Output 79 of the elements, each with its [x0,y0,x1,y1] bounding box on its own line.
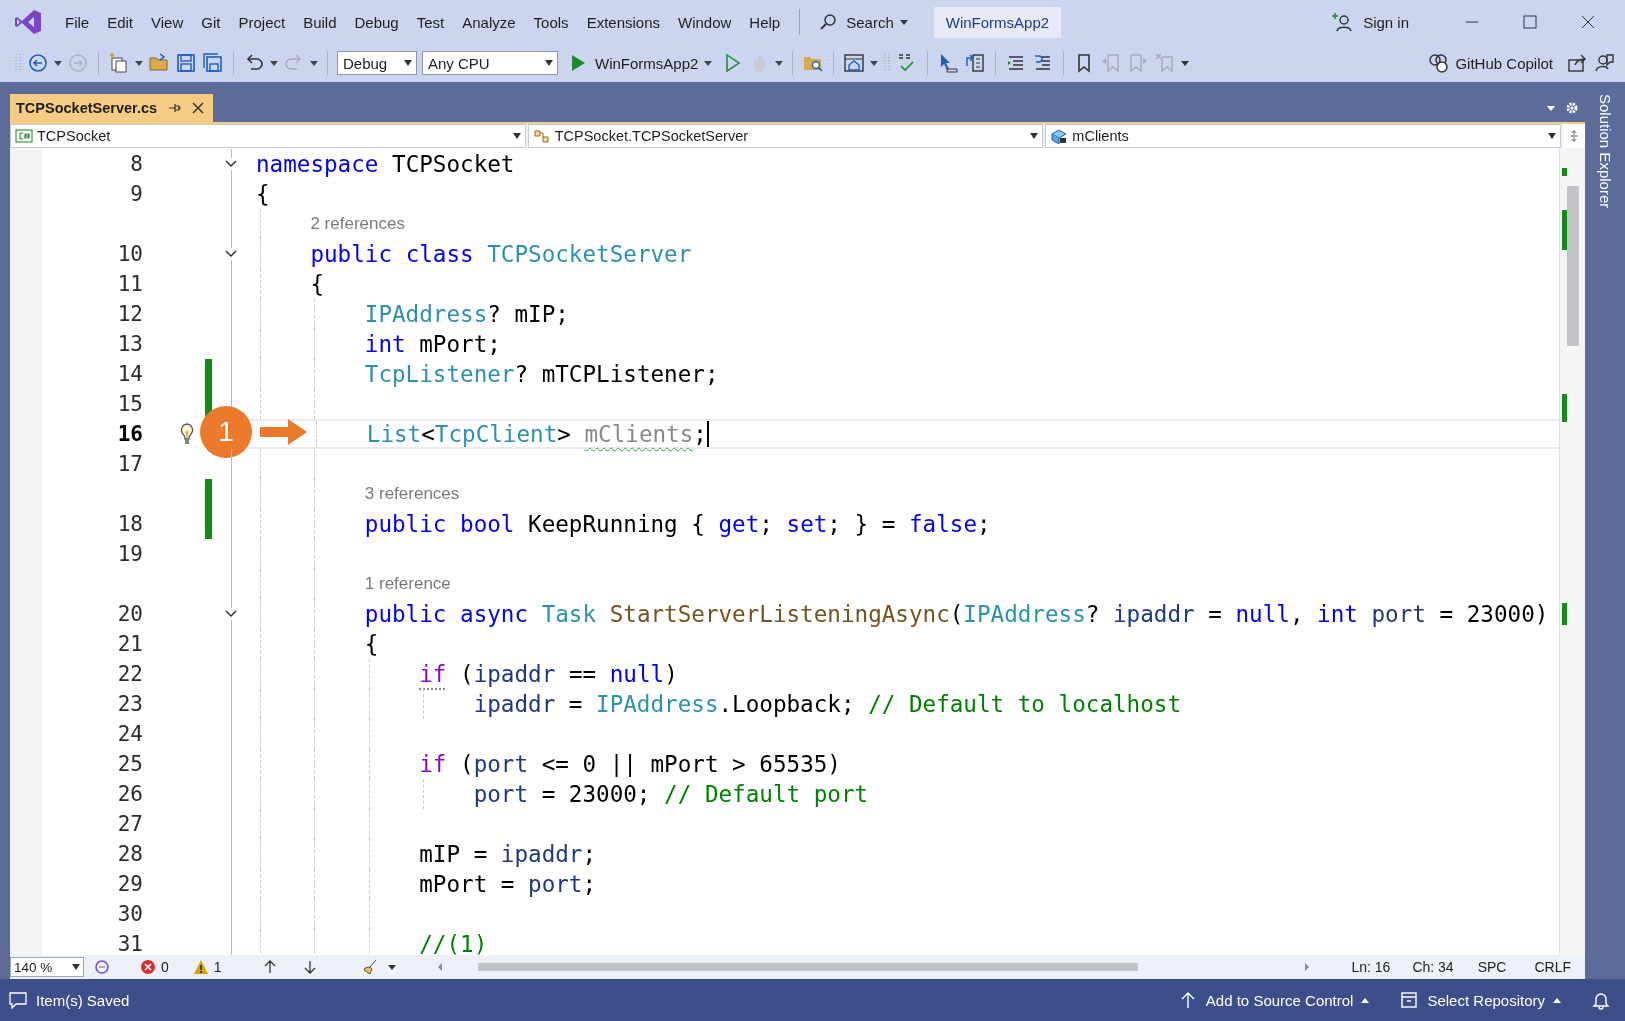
start-button[interactable]: WinFormsApp2 [563,52,717,74]
code-line: namespace TCPSocket [256,151,515,177]
code-line: ipaddr = IPAddress.Loopback; // Default to localhost [473,691,1181,717]
menu-item[interactable]: View [142,9,193,35]
menu-item[interactable]: Git [192,9,230,35]
platform-dropdown[interactable]: Any CPU [422,51,558,75]
line-number: 15 [116,391,143,418]
search-button[interactable]: Search [810,7,916,37]
errors-indicator[interactable]: 0 [140,959,169,975]
line-number: 16 [116,421,143,448]
code-line: { [310,271,324,297]
add-to-source-control-button[interactable]: Add to Source Control [1177,990,1370,1010]
code-line: TcpListener? mTCPListener; [364,361,719,387]
menu-item[interactable]: Analyze [453,9,525,35]
menu-item[interactable]: Window [669,9,741,35]
line-number: 20 [116,601,143,628]
line-number: 13 [116,331,143,358]
code-line: mIP = ipaddr; [419,841,597,867]
column-indicator: Ch: 34 [1412,959,1454,975]
line-number: 11 [116,271,143,298]
line-number: 31 [116,931,143,955]
line-endings-indicator[interactable]: CRLF [1534,959,1571,975]
line-number: 9 [129,181,143,208]
line-number: 27 [116,811,143,838]
code-line: public async Task StartServerListeningAsync(IPAddress? ipaddr = null, int port = 23000) [364,601,1549,627]
status-message: Item(s) Saved [36,991,130,1009]
reference-count[interactable]: 1 reference [364,574,451,594]
line-number: 8 [129,151,143,178]
code-line: List<TcpClient> mClients; [366,421,707,447]
code-line: IPAddress? mIP; [364,301,569,327]
line-number: 22 [116,661,143,688]
reference-count[interactable]: 3 references [364,484,460,504]
line-number: 18 [116,511,143,538]
copilot-button[interactable]: GitHub Copilot [1427,52,1553,74]
line-number: 14 [116,361,143,388]
line-number: 12 [116,301,143,328]
member-dropdown[interactable]: mClients [1045,124,1561,148]
menu-item[interactable]: Build [294,9,346,35]
line-number: 23 [116,691,143,718]
document-tab[interactable]: TCPSocketServer.cs [10,94,214,122]
code-line: if (port <= 0 || mPort > 65535) [419,751,841,777]
line-number: 10 [116,241,143,268]
menu-item[interactable]: Project [229,9,295,35]
line-number: 24 [116,721,143,748]
menu-item[interactable]: File [56,9,99,35]
menu-item[interactable]: Extensions [577,9,669,35]
line-number: 28 [116,841,143,868]
project-name-badge: WinFormsApp2 [933,6,1062,38]
code-line: port = 23000; // Default port [473,781,869,807]
menu-item[interactable]: Test [407,9,454,35]
line-number: 26 [116,781,143,808]
code-line: { [364,631,379,657]
code-line: public class TCPSocketServer [310,241,692,267]
line-number: 25 [116,751,143,778]
line-number: 30 [116,901,143,928]
line-number: 29 [116,871,143,898]
type-dropdown[interactable]: TCPSocket.TCPSocketServer [527,124,1044,148]
whitespace-indicator[interactable]: SPC [1477,959,1507,975]
select-repository-button[interactable]: Select Repository [1399,990,1561,1010]
code-line: { [256,181,270,207]
code-line: if (ipaddr == null) [419,661,678,687]
line-number: 21 [116,631,143,658]
project-dropdown[interactable]: TCPSocket [10,124,526,148]
line-indicator: Ln: 16 [1351,959,1391,975]
menu-item[interactable]: Edit [98,9,143,35]
warnings-indicator[interactable]: 1 [192,959,222,975]
zoom-dropdown[interactable]: 140 % [10,957,84,977]
configuration-dropdown[interactable]: Debug [337,51,417,75]
code-line: public bool KeepRunning { get; set; } = false; [364,511,991,537]
code-line: mPort = port; [419,871,597,897]
menu-item[interactable]: Help [740,9,790,35]
sign-in-button[interactable]: Sign in [1331,11,1409,33]
line-number: 17 [116,451,143,478]
menu-item[interactable]: Debug [345,9,408,35]
line-number: 19 [116,541,143,568]
code-line: int mPort; [364,331,501,357]
menu-item[interactable]: Tools [524,9,578,35]
code-line: //(1) [419,931,488,955]
reference-count[interactable]: 2 references [310,214,405,234]
